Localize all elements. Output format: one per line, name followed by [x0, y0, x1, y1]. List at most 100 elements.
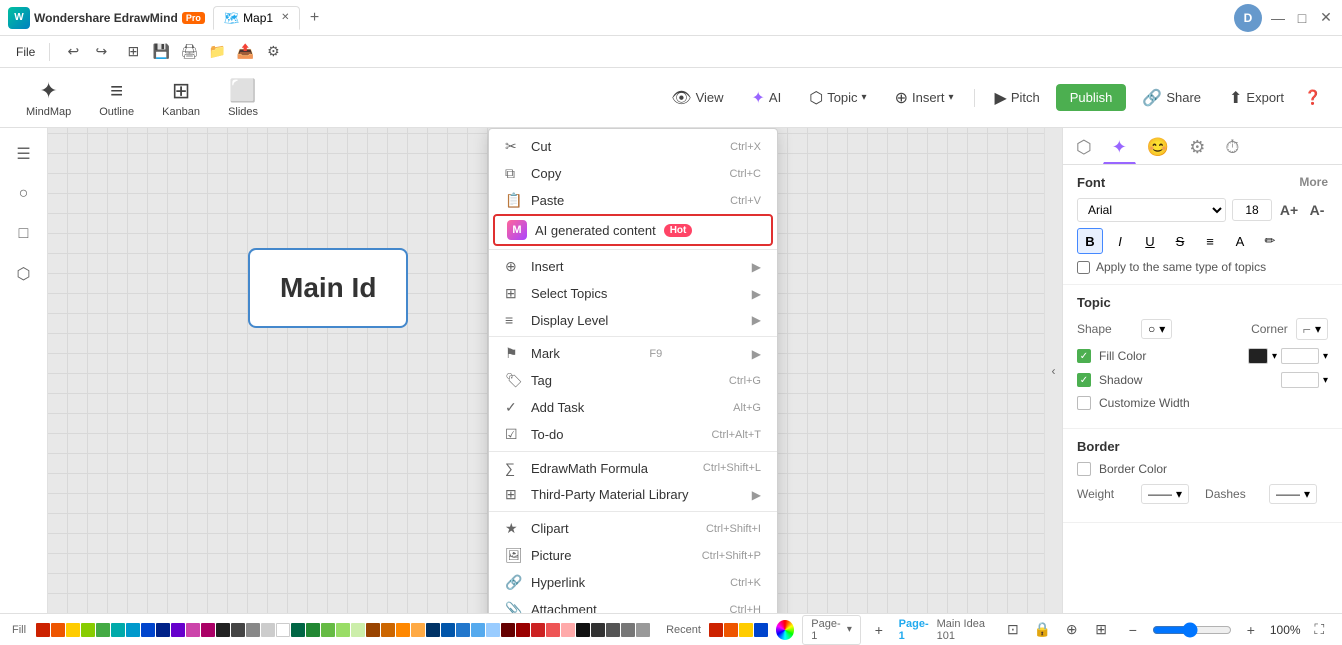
swatch-r3[interactable] [531, 623, 545, 637]
minimize-btn[interactable]: — [1270, 10, 1286, 26]
swatch-green[interactable] [96, 623, 110, 637]
swatch-dk5[interactable] [636, 623, 650, 637]
ctx-cut[interactable]: ✂ Cut Ctrl+X [489, 133, 777, 160]
fill-color-arrow2[interactable]: ▾ [1323, 351, 1328, 362]
dashes-select[interactable]: —— ▾ [1269, 484, 1317, 504]
shadow-color-arrow[interactable]: ▾ [1323, 375, 1328, 386]
swatch-dk1[interactable] [576, 623, 590, 637]
grid-btn[interactable]: ⊞ [120, 39, 146, 65]
swatch-o3[interactable] [396, 623, 410, 637]
help-btn[interactable]: ❓ [1300, 85, 1326, 111]
swatch-gray[interactable] [246, 623, 260, 637]
close-btn[interactable]: ✕ [1318, 10, 1334, 26]
export-file-btn[interactable]: 📁 [204, 39, 230, 65]
ctx-clipart[interactable]: ★ Clipart Ctrl+Shift+I [489, 515, 777, 542]
map-tab[interactable]: 🗺 Map1 ✕ [213, 6, 301, 30]
swatch-b4[interactable] [471, 623, 485, 637]
user-avatar[interactable]: D [1234, 4, 1262, 32]
menu-file[interactable]: File [8, 41, 43, 63]
customize-width-checkbox[interactable] [1077, 396, 1091, 410]
swatch-dark1[interactable] [216, 623, 230, 637]
toolbar-slides[interactable]: ⬜ Slides [218, 74, 268, 122]
font-color-btn[interactable]: A [1227, 228, 1253, 254]
weight-select[interactable]: —— ▾ [1141, 484, 1189, 504]
fill-color-checkbox[interactable]: ✓ [1077, 349, 1091, 363]
panel-tab-settings[interactable]: ⚙ [1180, 132, 1214, 164]
pitch-btn[interactable]: ▶ Pitch [983, 82, 1052, 114]
swatch-purple[interactable] [171, 623, 185, 637]
swatch-b2[interactable] [441, 623, 455, 637]
swatch-dk3[interactable] [606, 623, 620, 637]
font-grow-btn[interactable]: A+ [1278, 199, 1300, 221]
main-idea-node[interactable]: Main Id [248, 248, 408, 328]
swatch-r2[interactable] [516, 623, 530, 637]
recent-swatch-4[interactable] [754, 623, 768, 637]
recent-swatch-1[interactable] [709, 623, 723, 637]
shadow-checkbox[interactable]: ✓ [1077, 373, 1091, 387]
swatch-r5[interactable] [561, 623, 575, 637]
font-shrink-btn[interactable]: A- [1306, 199, 1328, 221]
strikethrough-btn[interactable]: S [1167, 228, 1193, 254]
sidebar-icon-1[interactable]: ☰ [6, 136, 42, 172]
swatch-o4[interactable] [411, 623, 425, 637]
ctx-ai-content[interactable]: M AI generated content Hot [493, 214, 773, 246]
shape-select[interactable]: ○ ▾ [1141, 319, 1172, 339]
add-page-btn[interactable]: + [867, 617, 891, 643]
ctx-hyperlink[interactable]: 🔗 Hyperlink Ctrl+K [489, 569, 777, 596]
panel-tab-topic-style[interactable]: ⬡ [1067, 132, 1101, 164]
swatch-b1[interactable] [426, 623, 440, 637]
swatch-dk2[interactable] [591, 623, 605, 637]
swatch-o2[interactable] [381, 623, 395, 637]
apply-same-type-checkbox[interactable] [1077, 261, 1090, 274]
redo-btn[interactable]: ↪ [88, 39, 114, 65]
font-more-btn[interactable]: More [1299, 175, 1328, 190]
ai-btn[interactable]: ✦ AI [740, 82, 794, 114]
align-btn[interactable]: ≡ [1197, 228, 1223, 254]
swatch-pink[interactable] [186, 623, 200, 637]
border-color-checkbox[interactable] [1077, 462, 1091, 476]
topic-btn[interactable]: ⬡ Topic ▾ [797, 82, 878, 114]
sidebar-icon-2[interactable]: ○ [6, 176, 42, 212]
publish-btn[interactable]: Publish [1056, 84, 1127, 111]
swatch-magenta[interactable] [201, 623, 215, 637]
ctx-third-party[interactable]: ⊞ Third-Party Material Library ▶ [489, 481, 777, 508]
italic-btn[interactable]: I [1107, 228, 1133, 254]
canvas-area[interactable]: Main Id ✂ Cut Ctrl+X ⧉ Copy Ctrl+C 📋 Pas… [48, 128, 1044, 613]
swatch-o1[interactable] [366, 623, 380, 637]
ctx-attachment[interactable]: 📎 Attachment Ctrl+H [489, 596, 777, 613]
font-size-input[interactable] [1232, 199, 1272, 221]
panel-tab-ai[interactable]: ✦ [1103, 132, 1136, 164]
tab-close-btn[interactable]: ✕ [281, 12, 289, 23]
fullscreen-btn[interactable]: ⛶ [1309, 617, 1330, 643]
settings-icon-btn[interactable]: ⚙ [260, 39, 286, 65]
swatch-navy[interactable] [156, 623, 170, 637]
ctx-edrawmath[interactable]: ∑ EdrawMath Formula Ctrl+Shift+L [489, 455, 777, 481]
swatch-dark2[interactable] [231, 623, 245, 637]
swatch-r1[interactable] [501, 623, 515, 637]
share-btn[interactable]: 🔗 Share [1130, 82, 1213, 114]
zoom-slider[interactable] [1152, 622, 1232, 638]
swatch-dk4[interactable] [621, 623, 635, 637]
swatch-g2[interactable] [306, 623, 320, 637]
toolbar-kanban[interactable]: ⊞ Kanban [152, 74, 210, 122]
maximize-btn[interactable]: □ [1294, 10, 1310, 26]
fit-view-btn[interactable]: ⊡ [1002, 617, 1023, 643]
panel-toggle-btn[interactable]: ‹ [1044, 128, 1062, 613]
ctx-tag[interactable]: 🏷 Tag Ctrl+G [489, 367, 777, 394]
page-1-tab[interactable]: Page-1 ▾ [802, 615, 861, 645]
zoom-in-btn[interactable]: + [1238, 617, 1264, 643]
swatch-lime[interactable] [81, 623, 95, 637]
panel-tab-timer[interactable]: ⏱ [1216, 132, 1248, 164]
toolbar-outline[interactable]: ≡ Outline [89, 74, 144, 122]
panel-tab-emoji[interactable]: 😊 [1138, 132, 1178, 164]
swatch-g3[interactable] [321, 623, 335, 637]
save-btn[interactable]: 💾 [148, 39, 174, 65]
font-family-select[interactable]: Arial [1077, 198, 1226, 222]
highlight-btn[interactable]: ✏ [1257, 228, 1283, 254]
page-dropdown-arrow[interactable]: ▾ [847, 624, 852, 635]
sidebar-icon-4[interactable]: ⬡ [6, 256, 42, 292]
toolbar-mindmap[interactable]: ✦ MindMap [16, 74, 81, 122]
undo-btn[interactable]: ↩ [60, 39, 86, 65]
ctx-copy[interactable]: ⧉ Copy Ctrl+C [489, 160, 777, 187]
ctx-todo[interactable]: ☑ To-do Ctrl+Alt+T [489, 421, 777, 448]
